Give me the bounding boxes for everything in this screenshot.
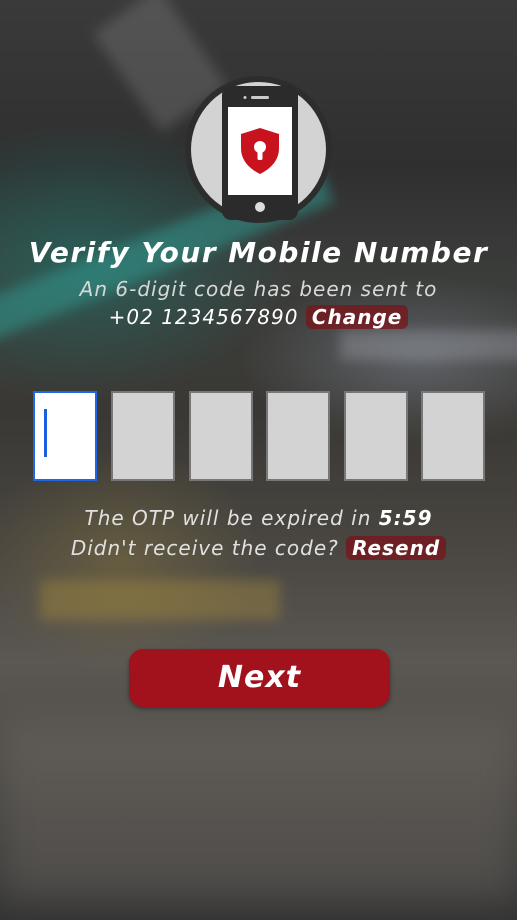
resend-prompt: Didn't receive the code? [70,536,339,560]
countdown-timer: 5:59 [378,506,433,530]
resend-link[interactable]: Resend [346,536,447,560]
phone-lock-icon [185,76,332,223]
change-number-link[interactable]: Change [305,305,409,329]
otp-digit-2[interactable] [111,391,175,481]
code-sent-text: An 6-digit code has been sent to [79,277,438,301]
page-title: Verify Your Mobile Number [28,236,489,269]
phone-number: +02 1234567890 [108,305,299,329]
next-button[interactable]: Next [129,649,390,707]
otp-expiry-text: The OTP will be expired in 5:59 [0,506,517,530]
resend-row: Didn't receive the code? Resend [0,536,517,560]
otp-digit-4[interactable] [266,391,330,481]
otp-digit-3[interactable] [189,391,253,481]
phone-number-row: +02 1234567890 Change [0,305,517,329]
expiry-label: The OTP will be expired in [84,506,372,530]
otp-digit-1[interactable] [33,391,97,481]
text-caret [44,409,47,457]
otp-input-group [33,391,486,481]
otp-digit-5[interactable] [344,391,408,481]
otp-digit-6[interactable] [421,391,485,481]
